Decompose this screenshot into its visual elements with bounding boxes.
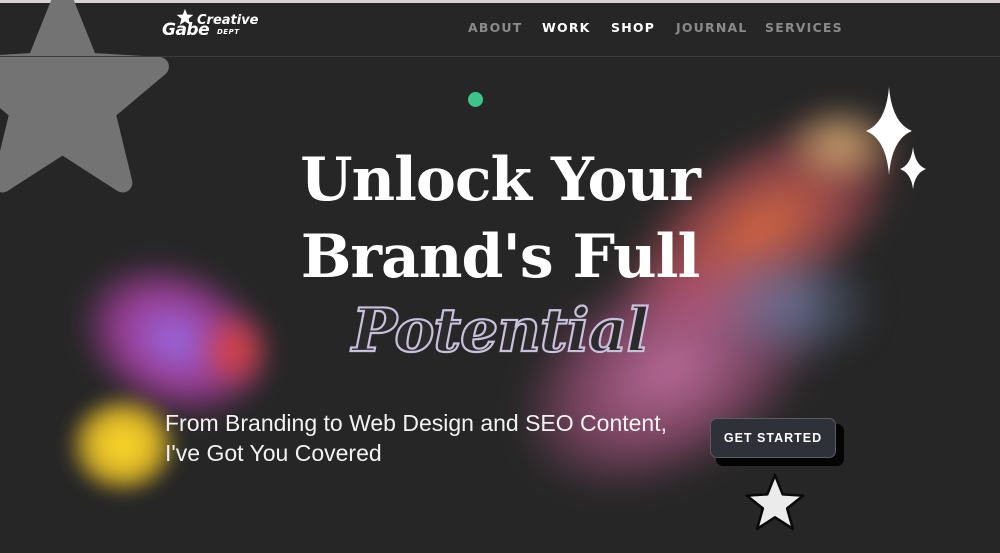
nav-shop-link[interactable]: SHOP <box>611 20 655 36</box>
hero-subtitle: From Branding to Web Design and SEO Cont… <box>165 410 668 466</box>
hero-headline-line2: Brand's Full <box>300 222 701 292</box>
small-star-icon <box>745 473 805 531</box>
logo-dept: DEPT <box>217 28 240 36</box>
nav-services-link[interactable]: SERVICES <box>765 20 843 36</box>
nav-work-link[interactable]: WORK <box>542 20 591 36</box>
hero-headline-line1: Unlock Your <box>300 145 701 215</box>
hero-headline-line3: Potential <box>351 295 650 367</box>
dot-icon <box>468 92 483 107</box>
nav-about-link[interactable]: ABOUT <box>468 20 523 36</box>
nav-journal-link[interactable]: JOURNAL <box>676 20 748 36</box>
get-started-button[interactable]: GET STARTED <box>710 418 836 458</box>
blob-yellow-left <box>68 395 178 495</box>
logo-word: Gabe <box>162 20 210 40</box>
nav-divider <box>0 56 1000 57</box>
